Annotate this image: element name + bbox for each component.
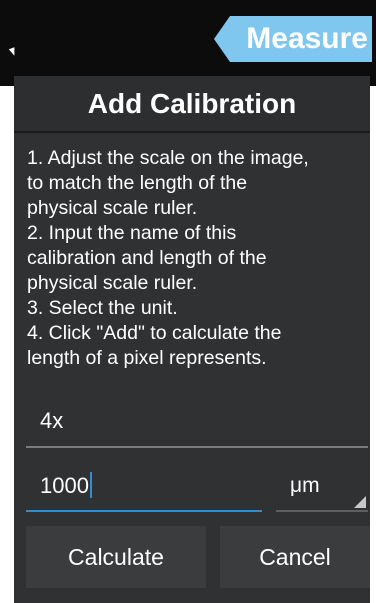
instruction-line: physical scale ruler. xyxy=(27,197,198,219)
instruction-line: 4. Click "Add" to calculate the xyxy=(27,322,282,344)
calculate-button[interactable]: Calculate xyxy=(26,526,206,588)
instruction-line: length of a pixel represents. xyxy=(27,347,267,369)
text-caret xyxy=(89,472,92,498)
instruction-line: physical scale ruler. xyxy=(27,272,198,294)
instruction-line: to match the length of the xyxy=(27,172,248,194)
instruction-line: 1. Adjust the scale on the image, xyxy=(27,147,309,169)
instruction-line: 3. Select the unit. xyxy=(27,297,178,319)
unit-dropdown[interactable]: μm xyxy=(276,468,368,512)
scale-length-value-wrap: 1000 xyxy=(40,472,92,499)
scale-length-input[interactable]: 1000 xyxy=(26,468,262,512)
instruction-line: calibration and length of the xyxy=(27,247,267,269)
add-calibration-dialog: Add Calibration 1. Adjust the scale on t… xyxy=(14,76,370,603)
dropdown-corner-icon xyxy=(354,496,366,508)
unit-selected-value: μm xyxy=(290,474,320,497)
mouse-cursor-icon xyxy=(8,47,18,57)
dialog-title: Add Calibration xyxy=(14,76,370,133)
measure-tab[interactable]: Measure xyxy=(246,16,368,62)
instructions-text: 1. Adjust the scale on the image, to mat… xyxy=(27,146,367,371)
calibration-name-input[interactable]: 4x xyxy=(26,402,368,448)
top-bar: Measure xyxy=(0,0,376,86)
cancel-button[interactable]: Cancel xyxy=(220,526,370,588)
calibration-name-value: 4x xyxy=(40,408,64,433)
app-screen: Measure Add Calibration 1. Adjust the sc… xyxy=(0,0,376,603)
scale-length-value: 1000 xyxy=(40,473,89,498)
instruction-line: 2. Input the name of this xyxy=(27,222,237,244)
